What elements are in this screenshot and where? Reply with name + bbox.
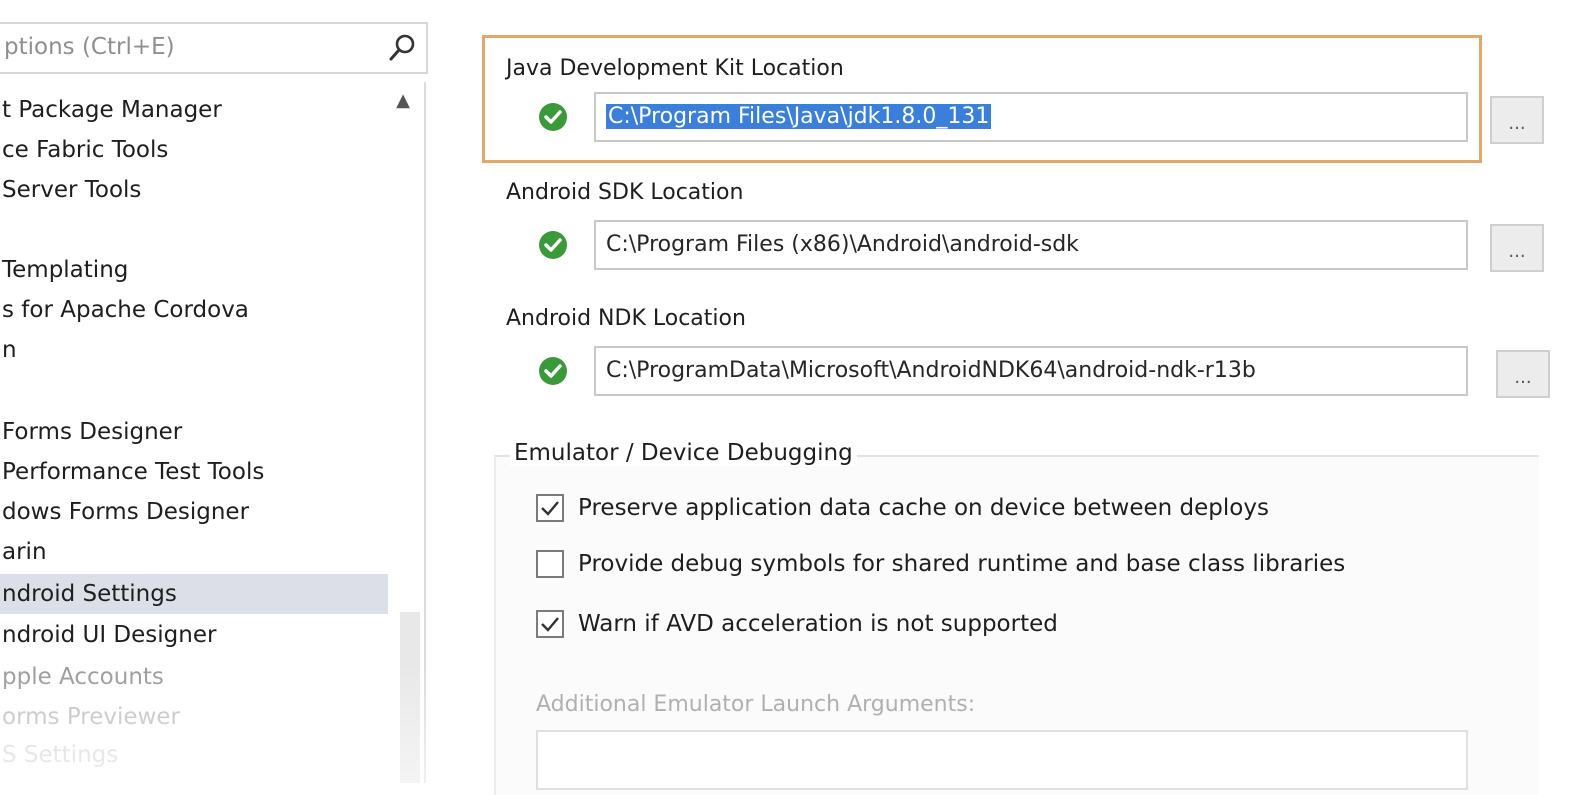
preserve-cache-checkbox[interactable] [536, 494, 564, 522]
debug-symbols-checkbox[interactable] [536, 550, 564, 578]
preserve-cache-label: Preserve application data cache on devic… [578, 495, 1269, 521]
tree-item-forms-previewer[interactable]: orms Previewer [0, 697, 388, 737]
options-navigation-pane: ptions (Ctrl+E) t Package Manager ce Fab… [0, 0, 432, 783]
tree-item-web[interactable]: n [0, 330, 388, 370]
sdk-location-input[interactable]: C:\Program Files (x86)\Android\android-s… [594, 220, 1468, 270]
tree-item-android-ui-designer[interactable]: ndroid UI Designer [0, 615, 388, 655]
emulator-args-input[interactable] [536, 730, 1468, 790]
emulator-args-label: Additional Emulator Launch Arguments: [536, 692, 976, 717]
options-search-box[interactable]: ptions (Ctrl+E) [0, 22, 428, 74]
tree-item-windows-forms-designer[interactable]: dows Forms Designer [0, 492, 388, 532]
tree-item-web-forms-designer[interactable]: Forms Designer [0, 412, 388, 452]
options-tree: t Package Manager ce Fabric Tools Server… [0, 82, 426, 783]
ndk-ok-check-icon [539, 357, 567, 385]
sdk-ok-check-icon [539, 231, 567, 259]
search-icon[interactable] [386, 32, 418, 64]
tree-item-xamarin[interactable]: arin [0, 532, 388, 572]
jdk-location-label: Java Development Kit Location [506, 56, 844, 81]
tree-item-apple-accounts[interactable]: pple Accounts [0, 657, 388, 697]
checkmark-icon [541, 501, 559, 516]
sdk-location-label: Android SDK Location [506, 180, 744, 205]
jdk-browse-button[interactable]: ... [1490, 96, 1544, 144]
tree-item-tools-for-apache-cordova[interactable]: s for Apache Cordova [0, 290, 388, 330]
debug-symbols-label: Provide debug symbols for shared runtime… [578, 551, 1346, 577]
scrollbar-thumb[interactable] [400, 612, 420, 783]
jdk-location-value: C:\Program Files\Java\jdk1.8.0_131 [606, 104, 992, 129]
jdk-location-input[interactable]: C:\Program Files\Java\jdk1.8.0_131 [594, 92, 1468, 142]
sdk-location-value: C:\Program Files (x86)\Android\android-s… [606, 232, 1079, 257]
warn-avd-label: Warn if AVD acceleration is not supporte… [578, 611, 1058, 637]
sdk-browse-button[interactable]: ... [1490, 224, 1544, 272]
ndk-location-input[interactable]: C:\ProgramData\Microsoft\AndroidNDK64\an… [594, 346, 1468, 396]
checkmark-icon [541, 617, 559, 632]
ndk-location-label: Android NDK Location [506, 306, 746, 331]
tree-item-service-fabric-tools[interactable]: ce Fabric Tools [0, 130, 388, 170]
tree-item-sql-server-tools[interactable]: Server Tools [0, 170, 388, 210]
scroll-up-arrow-icon[interactable]: ▲ [396, 90, 410, 111]
tree-item-web-performance-test-tools[interactable]: Performance Test Tools [0, 452, 388, 492]
search-input[interactable]: ptions (Ctrl+E) [4, 34, 175, 60]
debugging-group-title: Emulator / Device Debugging [510, 440, 857, 466]
tree-item-text-templating[interactable]: Templating [0, 250, 388, 290]
jdk-ok-check-icon [539, 103, 567, 131]
warn-avd-checkbox[interactable] [536, 610, 564, 638]
android-settings-panel: Java Development Kit Location C:\Program… [470, 0, 1588, 795]
tree-item-android-settings[interactable]: ndroid Settings [0, 574, 388, 614]
ndk-location-value: C:\ProgramData\Microsoft\AndroidNDK64\an… [606, 358, 1256, 383]
tree-item-nuget-package-manager[interactable]: t Package Manager [0, 90, 388, 130]
ndk-browse-button[interactable]: ... [1496, 350, 1550, 398]
tree-item-ios-settings[interactable]: S Settings [0, 735, 388, 775]
